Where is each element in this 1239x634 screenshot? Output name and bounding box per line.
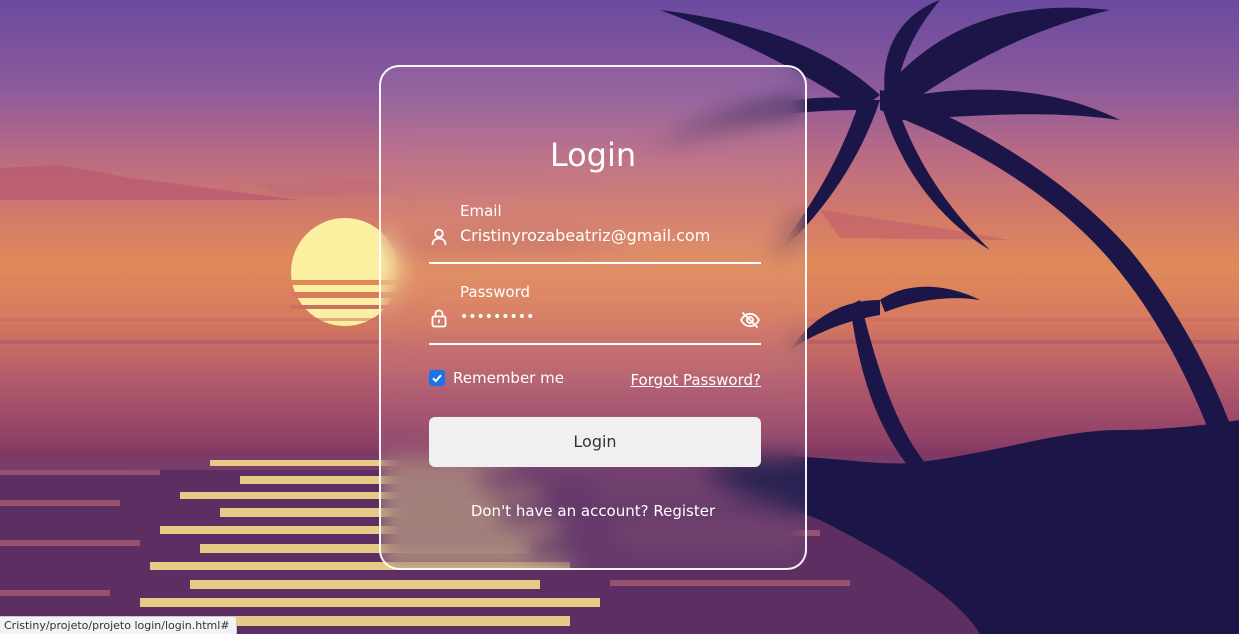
forgot-password-link[interactable]: Forgot Password? xyxy=(630,369,761,391)
password-field[interactable]: Password ••••••••• xyxy=(429,281,761,345)
password-input[interactable]: ••••••••• xyxy=(460,306,534,328)
eye-off-icon[interactable] xyxy=(739,309,761,331)
user-icon xyxy=(431,228,447,246)
password-label: Password xyxy=(460,283,531,301)
email-input[interactable]: Cristinyrozabeatriz@gmail.com xyxy=(460,225,710,247)
register-prompt-text: Don't have an account? xyxy=(470,502,649,520)
email-field[interactable]: Email Cristinyrozabeatriz@gmail.com xyxy=(429,200,761,264)
lock-icon xyxy=(431,309,447,328)
login-button[interactable]: Login xyxy=(429,417,761,467)
login-options: Remember me Forgot Password? xyxy=(429,369,761,391)
remember-me-checkbox[interactable] xyxy=(429,370,445,386)
register-prompt: Don't have an account? Register xyxy=(381,501,805,521)
register-link[interactable]: Register xyxy=(653,502,715,520)
email-label: Email xyxy=(460,202,502,220)
checkmark-icon xyxy=(432,374,442,383)
remember-me[interactable]: Remember me xyxy=(429,369,564,387)
remember-me-label: Remember me xyxy=(453,369,564,387)
status-bar-url: Cristiny/projeto/projeto login/login.htm… xyxy=(0,616,237,634)
login-card: Login Email Cristinyrozabeatriz@gmail.co… xyxy=(379,65,807,570)
login-title: Login xyxy=(549,136,637,174)
